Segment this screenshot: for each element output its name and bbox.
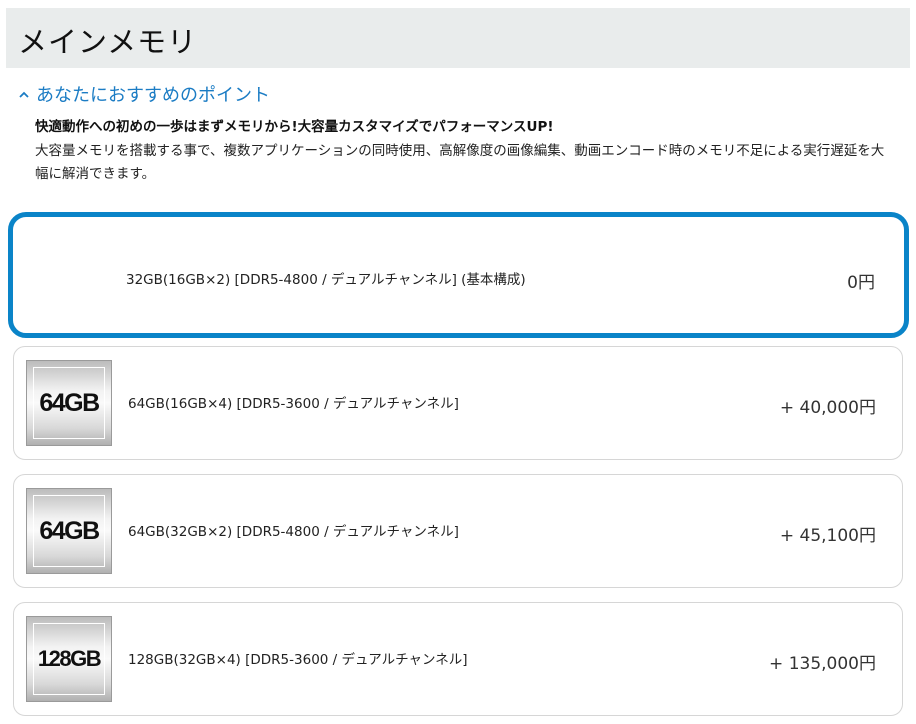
option-label: 64GB(32GB×2) [DDR5-4800 / デュアルチャンネル] <box>128 524 459 540</box>
page-title: メインメモリ <box>18 25 198 59</box>
memory-64gb-badge-icon: 64GB <box>26 488 112 574</box>
badge-text: 128GB <box>37 646 102 671</box>
chevron-up-icon <box>19 91 29 98</box>
option-label: 32GB(16GB×2) [DDR5-4800 / デュアルチャンネル] (基本… <box>126 272 526 288</box>
option-price: 0円 <box>847 273 875 293</box>
option-label: 128GB(32GB×4) [DDR5-3600 / デュアルチャンネル] <box>128 652 468 668</box>
memory-option-128gb-32x4[interactable]: 128GB 128GB(32GB×4) [DDR5-3600 / デュアルチャン… <box>13 602 903 716</box>
recommend-points-label: あなたにおすすめのポイント <box>36 85 270 106</box>
badge-text: 64GB <box>39 388 100 417</box>
memory-option-32gb-base[interactable]: 32GB(16GB×2) [DDR5-4800 / デュアルチャンネル] (基本… <box>8 212 909 338</box>
recommend-description: 快適動作への初めの一歩はまずメモリから!大容量カスタマイズでパフォーマンスUP!… <box>35 115 885 186</box>
option-price: + 40,000円 <box>779 398 876 418</box>
memory-option-64gb-16x4[interactable]: 64GB 64GB(16GB×4) [DDR5-3600 / デュアルチャンネル… <box>13 346 903 460</box>
section-header: メインメモリ <box>6 8 910 68</box>
option-price: + 135,000円 <box>769 654 876 674</box>
recommend-lead: 快適動作への初めの一歩はまずメモリから!大容量カスタマイズでパフォーマンスUP! <box>35 119 554 135</box>
memory-option-64gb-32x2[interactable]: 64GB 64GB(32GB×2) [DDR5-4800 / デュアルチャンネル… <box>13 474 903 588</box>
recommend-body: 大容量メモリを搭載する事で、複数アプリケーションの同時使用、高解像度の画像編集、… <box>35 143 885 182</box>
badge-text: 64GB <box>39 516 100 545</box>
recommend-points-toggle[interactable]: あなたにおすすめのポイント <box>18 81 270 107</box>
option-price: + 45,100円 <box>779 526 876 546</box>
option-label: 64GB(16GB×4) [DDR5-3600 / デュアルチャンネル] <box>128 396 459 412</box>
memory-128gb-badge-icon: 128GB <box>26 616 112 702</box>
memory-64gb-badge-icon: 64GB <box>26 360 112 446</box>
